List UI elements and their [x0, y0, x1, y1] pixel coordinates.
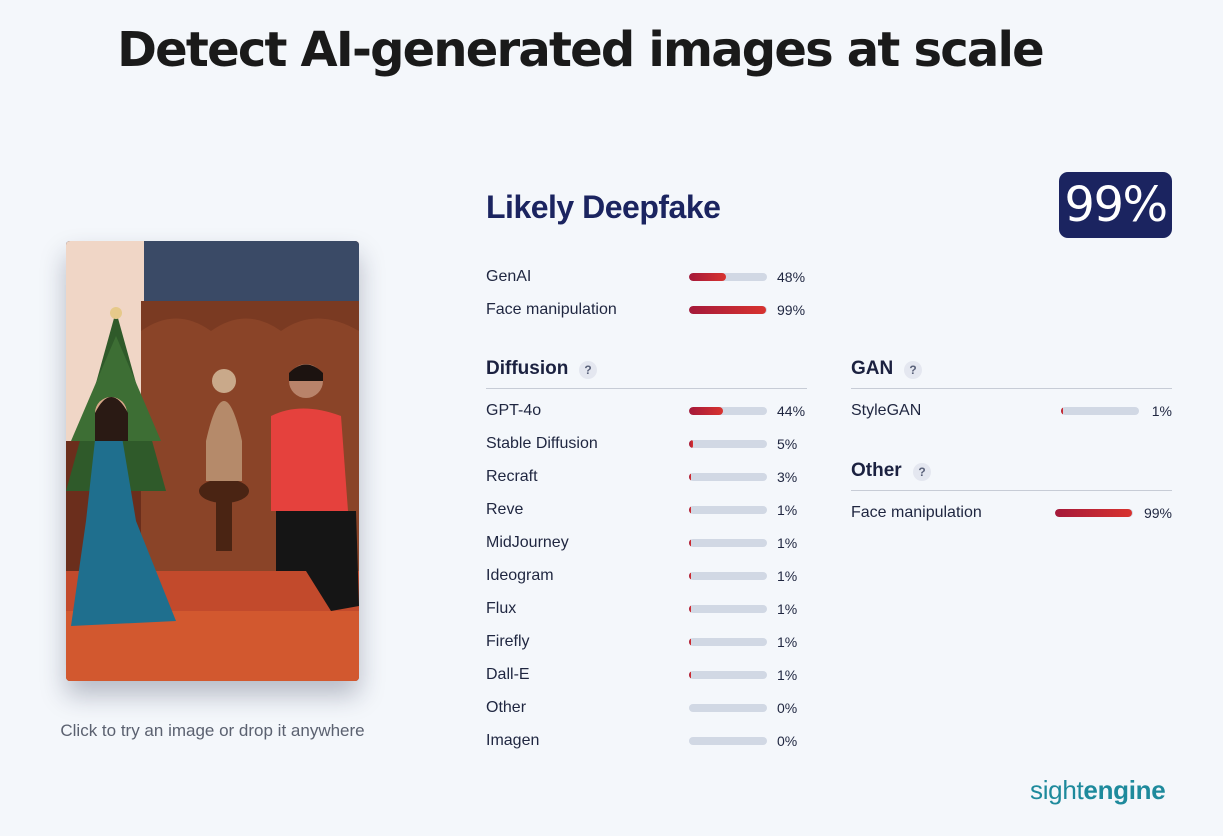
score-bar	[689, 506, 767, 514]
score-label: Other	[486, 699, 527, 716]
hero-title: Detect AI-generated images at scale	[117, 22, 1045, 78]
score-bar-fill	[1055, 509, 1133, 517]
score-bar-fill	[689, 506, 692, 514]
diffusion-row: MidJourney 1%	[486, 531, 807, 555]
overall-score-badge: 99%	[1059, 172, 1172, 238]
diffusion-row: Dall-E 1%	[486, 663, 807, 687]
score-bar	[689, 539, 767, 547]
score-bar	[1061, 407, 1139, 415]
score-bar	[689, 572, 767, 580]
sightengine-logo[interactable]: sightengine	[1030, 775, 1166, 806]
diffusion-row: Ideogram 1%	[486, 564, 807, 588]
score-percent: 0%	[777, 700, 798, 716]
score-bar	[689, 273, 767, 281]
score-bar	[689, 605, 767, 613]
score-percent: 1%	[777, 535, 798, 551]
diffusion-help-icon[interactable]: ?	[579, 361, 597, 379]
score-percent: 99%	[1143, 505, 1172, 521]
score-label: Dall-E	[486, 666, 530, 683]
score-percent: 44%	[777, 403, 806, 419]
score-bar	[689, 407, 767, 415]
score-bar-fill	[689, 473, 692, 481]
score-bar-fill	[689, 605, 692, 613]
score-bar-fill	[1061, 407, 1064, 415]
logo-text-light: sight	[1030, 775, 1084, 805]
summary-row: GenAI 48%	[486, 265, 807, 289]
score-label: GenAI	[486, 268, 532, 285]
score-percent: 1%	[1151, 403, 1172, 419]
score-label: Ideogram	[486, 567, 554, 584]
score-percent: 1%	[777, 634, 798, 650]
score-percent: 0%	[777, 733, 798, 749]
diffusion-row: Reve 1%	[486, 498, 807, 522]
score-label: Imagen	[486, 732, 540, 749]
score-bar	[689, 671, 767, 679]
score-label: GPT-4o	[486, 402, 542, 419]
other-section-title: Other	[851, 460, 902, 481]
gan-section-header: GAN ?	[851, 354, 1172, 389]
gan-help-icon[interactable]: ?	[904, 361, 922, 379]
score-bar-fill	[689, 539, 692, 547]
score-bar	[689, 306, 767, 314]
diffusion-row: Other 0%	[486, 696, 807, 720]
score-bar-fill	[689, 273, 727, 281]
score-percent: 1%	[777, 667, 798, 683]
score-percent: 48%	[777, 269, 806, 285]
photo-two-people-christmas-tree	[66, 241, 359, 681]
score-percent: 1%	[777, 601, 798, 617]
score-label: Face manipulation	[851, 504, 982, 521]
uploaded-image-preview[interactable]	[66, 241, 359, 681]
gan-row: StyleGAN 1%	[851, 399, 1172, 423]
diffusion-row: Recraft 3%	[486, 465, 807, 489]
score-label: Reve	[486, 501, 524, 518]
score-bar-fill	[689, 306, 767, 314]
score-label: StyleGAN	[851, 402, 922, 419]
summary-row: Face manipulation 99%	[486, 298, 807, 322]
score-label: Firefly	[486, 633, 530, 650]
diffusion-row: GPT-4o 44%	[486, 399, 807, 423]
diffusion-row: Firefly 1%	[486, 630, 807, 654]
score-label: Face manipulation	[486, 301, 617, 318]
score-bar-fill	[689, 638, 692, 646]
diffusion-section-title: Diffusion	[486, 358, 569, 379]
verdict-label: Likely Deepfake	[486, 189, 721, 225]
score-bar-fill	[689, 440, 693, 448]
score-label: Recraft	[486, 468, 538, 485]
other-help-icon[interactable]: ?	[913, 463, 931, 481]
logo-text-bold: engine	[1083, 775, 1166, 805]
score-bar	[689, 473, 767, 481]
score-bar-fill	[689, 572, 692, 580]
other-row: Face manipulation 99%	[851, 501, 1172, 525]
score-bar	[689, 440, 767, 448]
gan-section-title: GAN	[851, 358, 894, 379]
score-bar	[689, 737, 767, 745]
upload-caption[interactable]: Click to try an image or drop it anywher…	[40, 721, 385, 741]
score-percent: 3%	[777, 469, 798, 485]
score-label: Stable Diffusion	[486, 435, 598, 452]
score-bar-fill	[689, 407, 724, 415]
score-label: MidJourney	[486, 534, 569, 551]
score-label: Flux	[486, 600, 517, 617]
score-percent: 99%	[777, 302, 806, 318]
score-bar	[689, 638, 767, 646]
diffusion-section-header: Diffusion ?	[486, 354, 807, 389]
score-bar	[689, 704, 767, 712]
diffusion-row: Imagen 0%	[486, 729, 807, 753]
score-percent: 1%	[777, 502, 798, 518]
score-bar	[1055, 509, 1133, 517]
score-bar-fill	[689, 671, 692, 679]
diffusion-row: Flux 1%	[486, 597, 807, 621]
other-section-header: Other ?	[851, 456, 1172, 491]
diffusion-row: Stable Diffusion 5%	[486, 432, 807, 456]
score-percent: 5%	[777, 436, 798, 452]
score-percent: 1%	[777, 568, 798, 584]
